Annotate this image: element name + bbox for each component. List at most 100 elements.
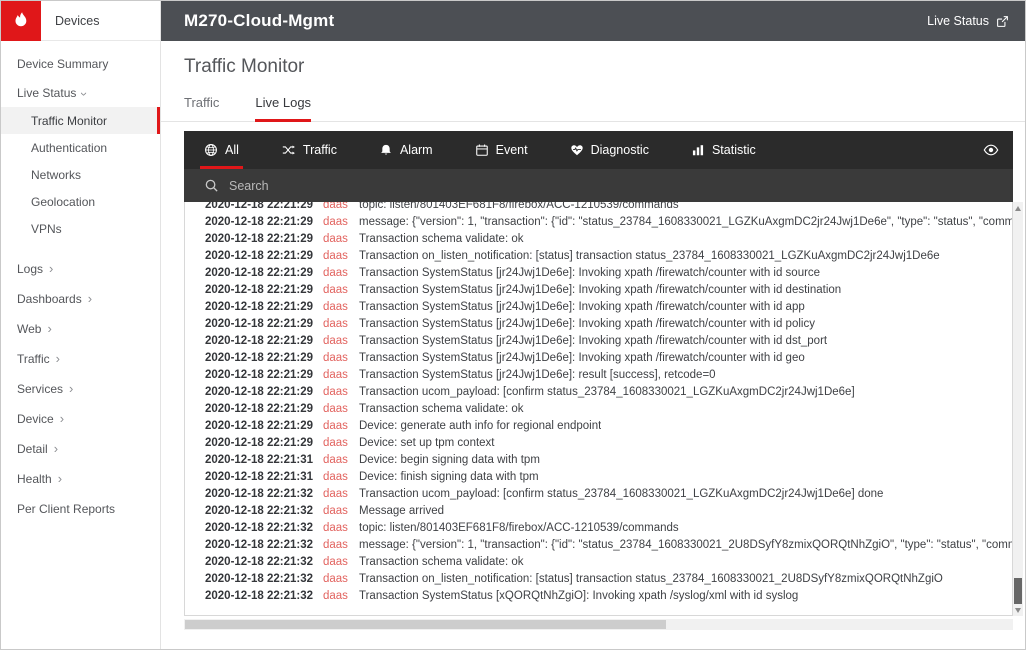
sidebar-item-vpns[interactable]: VPNs — [1, 215, 160, 242]
sidebar-item-services[interactable]: Services› — [1, 374, 160, 404]
log-timestamp: 2020-12-18 22:21:29 — [205, 301, 323, 313]
filter-tab-diagnostic[interactable]: Diagnostic — [570, 131, 649, 169]
log-message: Transaction schema validate: ok — [359, 233, 524, 245]
log-row: 2020-12-18 22:21:29 daas Transaction Sys… — [185, 281, 1012, 298]
tab-live-logs[interactable]: Live Logs — [255, 95, 311, 121]
sidebar-item-label: Per Client Reports — [17, 502, 115, 516]
triangle-up-icon — [1015, 206, 1021, 211]
log-source: daas — [323, 590, 359, 602]
log-row: 2020-12-18 22:21:29 daas Transaction sch… — [185, 400, 1012, 417]
log-filter-bar: All Traffic — [184, 131, 1013, 169]
bar-chart-icon — [691, 143, 705, 157]
sidebar-item-live-status[interactable]: Live Status› — [1, 78, 160, 107]
log-row: 2020-12-18 22:21:29 daas Transaction Sys… — [185, 332, 1012, 349]
tab-label: Traffic — [184, 95, 219, 110]
log-timestamp: 2020-12-18 22:21:29 — [205, 216, 323, 228]
sidebar-item-web[interactable]: Web› — [1, 314, 160, 344]
top-header: M270-Cloud-Mgmt Live Status — [161, 1, 1025, 41]
log-row: 2020-12-18 22:21:32 daas Message arrived — [185, 502, 1012, 519]
sidebar-item-label: Web — [17, 322, 41, 336]
log-row: 2020-12-18 22:21:29 daas message: {"vers… — [185, 213, 1012, 230]
log-message: Transaction ucom_payload: [confirm statu… — [359, 488, 883, 500]
scroll-down-button[interactable] — [1013, 604, 1023, 616]
log-message: Transaction schema validate: ok — [359, 403, 524, 415]
log-row: 2020-12-18 22:21:29 daas Device: set up … — [185, 434, 1012, 451]
log-message: topic: listen/801403EF681F8/firebox/ACC-… — [359, 202, 679, 211]
sidebar-item-traffic-monitor[interactable]: Traffic Monitor — [1, 107, 160, 134]
page-tabs: Traffic Live Logs — [161, 95, 1025, 122]
log-source: daas — [323, 471, 359, 483]
page-title: Traffic Monitor — [184, 56, 1021, 78]
log-timestamp: 2020-12-18 22:21:32 — [205, 590, 323, 602]
filter-tab-alarm[interactable]: Alarm — [379, 131, 433, 169]
horizontal-scrollbar-thumb[interactable] — [185, 620, 666, 629]
filter-tab-statistic[interactable]: Statistic — [691, 131, 756, 169]
log-row: 2020-12-18 22:21:32 daas Transaction sch… — [185, 553, 1012, 570]
log-timestamp: 2020-12-18 22:21:31 — [205, 471, 323, 483]
app-window: Devices Device Summary Live Status› Traf… — [0, 0, 1026, 650]
sidebar-item-detail[interactable]: Detail› — [1, 434, 160, 464]
log-row: 2020-12-18 22:21:29 daas Transaction Sys… — [185, 298, 1012, 315]
sidebar-item-dashboards[interactable]: Dashboards› — [1, 284, 160, 314]
log-message: Transaction SystemStatus [jr24Jwj1De6e]:… — [359, 267, 820, 279]
sidebar-item-logs[interactable]: Logs› — [1, 254, 160, 284]
log-message: Transaction SystemStatus [jr24Jwj1De6e]:… — [359, 369, 716, 381]
log-row: 2020-12-18 22:21:29 daas Transaction on_… — [185, 247, 1012, 264]
chevron-right-icon: › — [58, 474, 62, 484]
sidebar-item-label: Geolocation — [31, 195, 95, 209]
log-message: Transaction on_listen_notification: [sta… — [359, 573, 943, 585]
log-row: 2020-12-18 22:21:29 daas topic: listen/8… — [185, 202, 1012, 213]
log-timestamp: 2020-12-18 22:21:29 — [205, 386, 323, 398]
live-status-label: Live Status — [927, 14, 989, 28]
watchguard-flame-logo[interactable] — [1, 1, 41, 41]
sidebar-item-health[interactable]: Health› — [1, 464, 160, 494]
vertical-scrollbar[interactable] — [1013, 202, 1023, 616]
sidebar-item-label: Networks — [31, 168, 81, 182]
external-link-icon — [996, 15, 1009, 28]
log-timestamp: 2020-12-18 22:21:29 — [205, 352, 323, 364]
log-message: Transaction SystemStatus [jr24Jwj1De6e]:… — [359, 352, 805, 364]
log-source: daas — [323, 216, 359, 228]
sidebar-item-authentication[interactable]: Authentication — [1, 134, 160, 161]
sidebar-item-label: Device — [17, 412, 54, 426]
log-source: daas — [323, 369, 359, 381]
sidebar-item-networks[interactable]: Networks — [1, 161, 160, 188]
main-area: M270-Cloud-Mgmt Live Status Traffic Moni… — [161, 1, 1025, 649]
sidebar-item-per-client-reports[interactable]: Per Client Reports — [1, 494, 160, 524]
sidebar-item-traffic[interactable]: Traffic› — [1, 344, 160, 374]
sidebar-item-device-summary[interactable]: Device Summary — [1, 49, 160, 78]
chevron-right-icon: › — [88, 294, 92, 304]
vertical-scrollbar-thumb[interactable] — [1014, 578, 1022, 604]
brand-label: Devices — [55, 14, 99, 28]
log-timestamp: 2020-12-18 22:21:32 — [205, 539, 323, 551]
filter-tab-event[interactable]: Event — [475, 131, 528, 169]
log-row: 2020-12-18 22:21:32 daas Transaction Sys… — [185, 587, 1012, 604]
search-input[interactable] — [229, 179, 1001, 193]
log-source: daas — [323, 454, 359, 466]
sidebar-item-geolocation[interactable]: Geolocation — [1, 188, 160, 215]
log-timestamp: 2020-12-18 22:21:29 — [205, 335, 323, 347]
scroll-up-button[interactable] — [1013, 202, 1023, 214]
log-message: Transaction SystemStatus [jr24Jwj1De6e]:… — [359, 335, 827, 347]
tab-traffic[interactable]: Traffic — [184, 95, 219, 121]
sidebar-item-label: Services — [17, 382, 63, 396]
log-source: daas — [323, 202, 359, 211]
live-view-toggle[interactable] — [983, 142, 999, 158]
filter-tab-traffic[interactable]: Traffic — [281, 131, 337, 169]
log-timestamp: 2020-12-18 22:21:29 — [205, 437, 323, 449]
sidebar-item-device[interactable]: Device› — [1, 404, 160, 434]
live-status-link[interactable]: Live Status — [927, 14, 1009, 28]
chevron-right-icon: › — [54, 444, 58, 454]
log-message: topic: listen/801403EF681F8/firebox/ACC-… — [359, 522, 679, 534]
log-source: daas — [323, 488, 359, 500]
log-row: 2020-12-18 22:21:32 daas topic: listen/8… — [185, 519, 1012, 536]
log-timestamp: 2020-12-18 22:21:29 — [205, 420, 323, 432]
filter-tab-all[interactable]: All — [204, 131, 239, 169]
log-timestamp: 2020-12-18 22:21:32 — [205, 556, 323, 568]
log-timestamp: 2020-12-18 22:21:32 — [205, 505, 323, 517]
chevron-right-icon: › — [56, 354, 60, 364]
log-source: daas — [323, 233, 359, 245]
horizontal-scrollbar[interactable] — [184, 619, 1013, 630]
log-source: daas — [323, 556, 359, 568]
sidebar-nav: Device Summary Live Status› Traffic Moni… — [1, 41, 160, 524]
